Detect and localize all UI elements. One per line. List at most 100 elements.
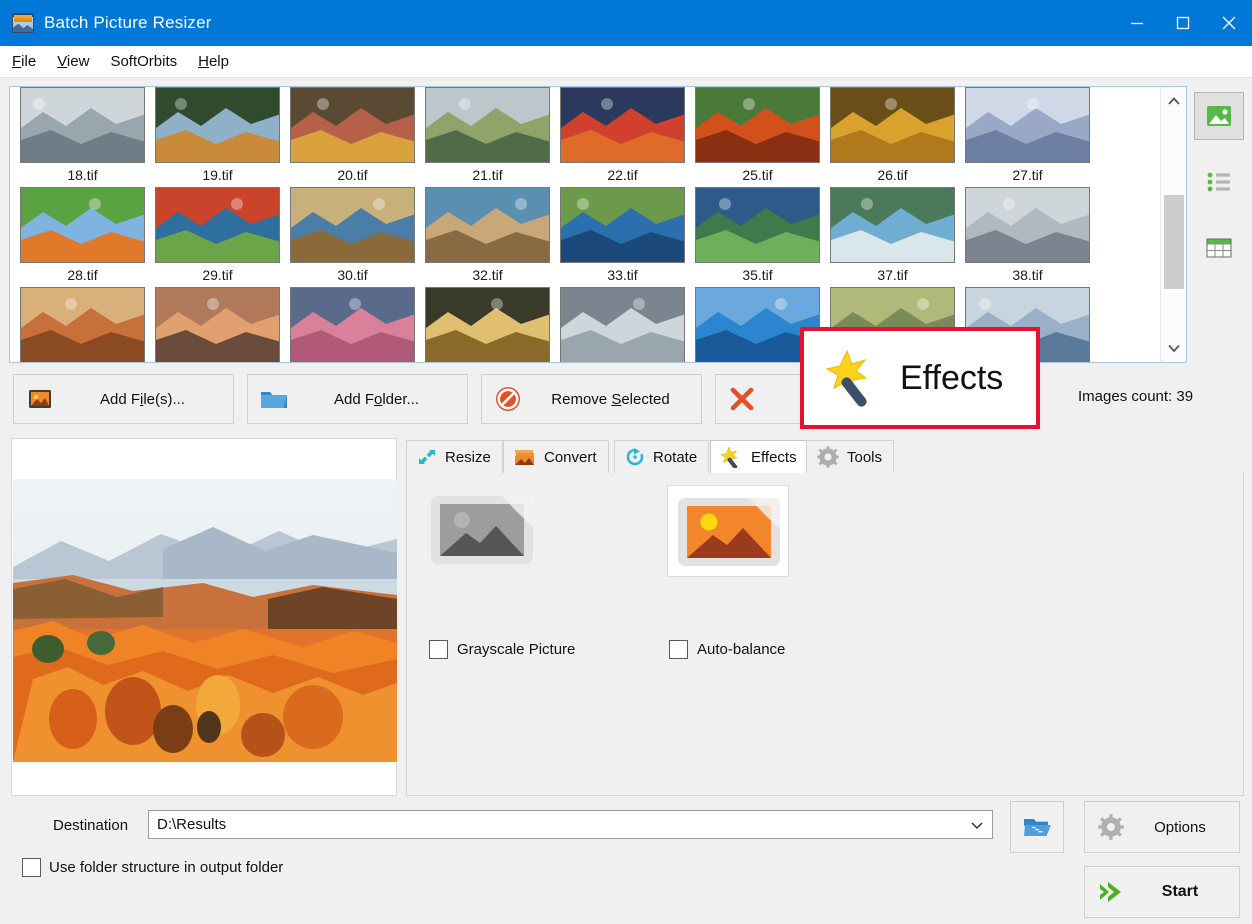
options-button[interactable]: Options	[1084, 801, 1240, 853]
thumbnail-item[interactable]: 5.tif	[20, 86, 145, 163]
view-mode-table[interactable]	[1194, 224, 1244, 272]
tab-resize[interactable]: Resize	[406, 440, 503, 473]
thumbnail-item[interactable]: 18.tif	[20, 163, 145, 263]
chevron-down-icon[interactable]	[962, 820, 992, 830]
close-button[interactable]	[1206, 0, 1252, 46]
thumbnail-scrollbar[interactable]	[1160, 87, 1186, 362]
thumbnail-item[interactable]: 28.tif	[20, 263, 145, 363]
magic-wand-icon	[822, 347, 884, 409]
thumbnail-image[interactable]	[830, 187, 955, 263]
minimize-button[interactable]	[1114, 0, 1160, 46]
browse-destination-button[interactable]	[1010, 801, 1064, 853]
thumbnail-image[interactable]	[20, 187, 145, 263]
options-label: Options	[1137, 819, 1239, 836]
thumbnail-image[interactable]	[695, 87, 820, 163]
thumbnail-image[interactable]	[425, 87, 550, 163]
preview-image	[13, 479, 397, 762]
thumbnail-filename: 30.tif	[290, 263, 415, 287]
thumbnail-item[interactable]: 14.tif	[830, 86, 955, 163]
thumbnail-image[interactable]	[830, 87, 955, 163]
thumbnail-item[interactable]: 20.tif	[290, 163, 415, 263]
maximize-button[interactable]	[1160, 0, 1206, 46]
thumbnail-item[interactable]: 10.tif	[425, 86, 550, 163]
destination-value[interactable]: D:\Results	[149, 816, 962, 833]
thumbnail-image[interactable]	[425, 287, 550, 363]
thumbnail-image[interactable]	[560, 87, 685, 163]
list-icon	[1204, 169, 1234, 195]
use-folder-structure-row[interactable]: Use folder structure in output folder	[22, 858, 283, 877]
thumbnail-item[interactable]: 22.tif	[560, 163, 685, 263]
view-mode-thumbnail[interactable]	[1194, 92, 1244, 140]
scroll-down-button[interactable]	[1161, 334, 1187, 362]
use-folder-structure-checkbox[interactable]	[22, 858, 41, 877]
thumbnail-image[interactable]	[155, 87, 280, 163]
color-picture-thumb[interactable]	[667, 485, 789, 577]
add-folder-button[interactable]: Add Folder...	[247, 374, 468, 424]
thumbnail-image[interactable]	[560, 287, 685, 363]
destination-combobox[interactable]: D:\Results	[148, 810, 993, 839]
menu-item-view[interactable]: View	[48, 50, 98, 73]
thumbnail-image[interactable]	[155, 287, 280, 363]
thumbnail-item[interactable]: 21.tif	[425, 163, 550, 263]
grayscale-checkbox-row[interactable]: Grayscale Picture	[429, 640, 575, 659]
tab-convert-label: Convert	[544, 449, 597, 466]
thumbnail-image[interactable]	[290, 187, 415, 263]
thumbnail-item[interactable]: 12.tif	[695, 86, 820, 163]
window-title: Batch Picture Resizer	[44, 13, 212, 33]
effects-callout[interactable]: Effects	[800, 327, 1040, 429]
autobalance-checkbox[interactable]	[669, 640, 688, 659]
scrollbar-thumb[interactable]	[1164, 195, 1184, 289]
thumbnail-item[interactable]: 7.tif	[290, 86, 415, 163]
add-files-label: Add File(s)...	[66, 391, 233, 408]
add-files-button[interactable]: Add File(s)...	[13, 374, 234, 424]
tab-tools[interactable]: Tools	[806, 440, 894, 473]
app-logo-icon	[12, 13, 34, 33]
thumbnail-filename: 18.tif	[20, 163, 145, 187]
scroll-up-button[interactable]	[1161, 87, 1187, 115]
thumbnail-item[interactable]: 26.tif	[830, 163, 955, 263]
start-button[interactable]: Start	[1084, 866, 1240, 918]
thumbnail-image[interactable]	[695, 187, 820, 263]
thumbnail-image[interactable]	[290, 287, 415, 363]
scrollbar-track[interactable]	[1161, 115, 1187, 334]
thumbnail-image[interactable]	[965, 187, 1090, 263]
remove-selected-button[interactable]: Remove Selected	[481, 374, 702, 424]
thumbnail-image[interactable]	[20, 287, 145, 363]
menu-item-softorbits[interactable]: SoftOrbits	[101, 50, 186, 73]
thumbnail-image[interactable]	[425, 187, 550, 263]
tab-effects[interactable]: Effects	[710, 440, 809, 473]
remove-selected-label: Remove Selected	[534, 391, 701, 408]
images-count-label: Images count: 39	[1078, 388, 1193, 405]
thumbnail-filename: 38.tif	[965, 263, 1090, 287]
thumbnail-image[interactable]	[290, 87, 415, 163]
thumbnail-item[interactable]: 32.tif	[425, 263, 550, 363]
gear-icon	[1085, 813, 1137, 841]
thumbnail-item[interactable]: 29.tif	[155, 263, 280, 363]
autobalance-checkbox-row[interactable]: Auto-balance	[669, 640, 785, 659]
use-folder-structure-label: Use folder structure in output folder	[49, 859, 283, 876]
thumbnail-item[interactable]: 19.tif	[155, 163, 280, 263]
thumbnail-item[interactable]: 30.tif	[290, 263, 415, 363]
thumbnail-item[interactable]: 33.tif	[560, 263, 685, 363]
thumbnail-item[interactable]: 27.tif	[965, 163, 1090, 263]
thumbnail-image[interactable]	[155, 187, 280, 263]
start-label: Start	[1137, 883, 1239, 901]
thumbnail-item[interactable]: 11.tif	[560, 86, 685, 163]
thumbnail-list-panel[interactable]: 5.tif6.tif7.tif10.tif11.tif12.tif14.tif1…	[9, 86, 1187, 363]
thumbnail-item[interactable]: 6.tif	[155, 86, 280, 163]
thumbnail-grid: 5.tif6.tif7.tif10.tif11.tif12.tif14.tif1…	[10, 86, 1162, 363]
menu-item-help[interactable]: Help	[189, 50, 238, 73]
view-mode-list[interactable]	[1194, 158, 1244, 206]
tab-rotate[interactable]: Rotate	[614, 440, 709, 473]
grayscale-checkbox[interactable]	[429, 640, 448, 659]
thumbnail-item[interactable]: 25.tif	[695, 163, 820, 263]
tab-convert[interactable]: Convert	[503, 440, 609, 473]
thumbnail-image[interactable]	[965, 87, 1090, 163]
thumbnail-image[interactable]	[20, 87, 145, 163]
view-mode-buttons	[1194, 92, 1244, 290]
grayscale-picture-thumb[interactable]	[428, 493, 536, 567]
thumbnail-filename: 27.tif	[965, 163, 1090, 187]
thumbnail-item[interactable]: 17.tif	[965, 86, 1090, 163]
menu-item-file[interactable]: File	[3, 50, 45, 73]
thumbnail-image[interactable]	[560, 187, 685, 263]
